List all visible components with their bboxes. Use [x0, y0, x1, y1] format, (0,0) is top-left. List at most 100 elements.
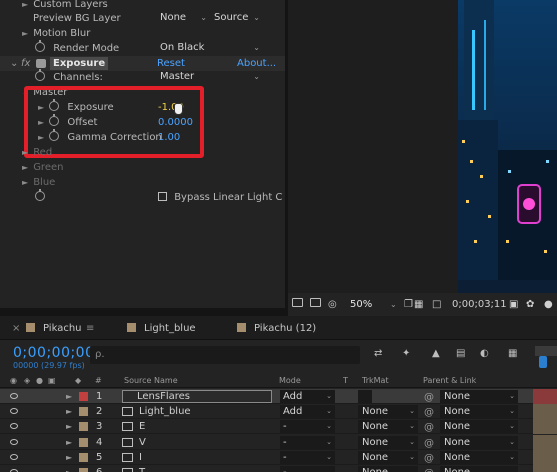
green-group[interactable]: ► Green [22, 160, 63, 175]
pick-whip-icon[interactable]: @ [424, 420, 434, 435]
expand-arrow-icon[interactable]: ► [22, 26, 30, 41]
track-matte-dropdown[interactable]: None⌄ [358, 435, 418, 449]
layer-duration-bar[interactable] [533, 465, 557, 472]
bypass-checkbox[interactable] [158, 192, 167, 201]
expand-arrow-icon[interactable]: ► [66, 419, 72, 434]
tab-light-blue[interactable]: Light_blue [127, 322, 196, 336]
parent-dropdown[interactable]: None⌄ [440, 435, 518, 449]
parent-dropdown[interactable]: None⌄ [440, 466, 518, 472]
blend-mode-dropdown[interactable]: -⌄ [280, 420, 335, 434]
tab-pikachu[interactable]: Pikachu [26, 322, 82, 336]
eye-visibility-icon[interactable] [10, 408, 18, 415]
layer-row[interactable]: ► 2 Light_blue Add ⌄ None ⌄ @ None ⌄ [0, 404, 557, 420]
track-matte-dropdown[interactable]: None⌄ [358, 450, 418, 464]
parent-dropdown[interactable]: None⌄ [440, 405, 518, 419]
effect-header-exposure[interactable]: ⌄ fx Exposure Reset About... [0, 56, 285, 71]
about-link[interactable]: About... [237, 56, 276, 71]
time-ruler[interactable] [535, 346, 557, 356]
track-matte-dropdown[interactable] [358, 390, 372, 403]
draft-3d-icon[interactable]: ✦ [402, 348, 410, 359]
layer-row[interactable]: ► 5 I - ⌄ None ⌄ @ None ⌄ [0, 449, 557, 466]
parent-dropdown[interactable]: None⌄ [440, 450, 518, 464]
layer-search-input[interactable]: ρ. [90, 346, 360, 364]
layer-row[interactable]: ► 3 E - ⌄ None ⌄ @ None ⌄ [0, 419, 557, 435]
pick-whip-icon[interactable]: @ [424, 436, 434, 451]
label-color-swatch[interactable] [79, 392, 88, 401]
stopwatch-icon[interactable] [35, 40, 45, 52]
track-matte-dropdown[interactable]: None⌄ [358, 420, 418, 434]
channels-dropdown[interactable]: Master ⌄ [160, 70, 260, 84]
stopwatch-icon[interactable] [35, 189, 45, 201]
layer-duration-bar[interactable] [533, 434, 557, 450]
expand-arrow-icon[interactable]: ► [22, 160, 30, 175]
expand-arrow-icon[interactable]: ► [66, 389, 72, 404]
expand-arrow-icon[interactable]: ► [66, 465, 72, 472]
pick-whip-icon[interactable]: @ [424, 390, 434, 405]
zoom-dropdown[interactable]: 50% [350, 298, 372, 311]
tab-pikachu-12[interactable]: Pikachu (12) [237, 322, 316, 336]
layer-name[interactable]: V [139, 435, 146, 450]
fit-icon[interactable]: ❐ [404, 298, 413, 311]
track-matte-dropdown[interactable]: None⌄ [358, 405, 418, 419]
label-color-swatch[interactable] [79, 468, 88, 472]
monitor-icon[interactable] [310, 298, 321, 311]
layer-name[interactable]: Light_blue [139, 404, 191, 419]
expand-arrow-icon[interactable]: ► [66, 450, 72, 465]
show-snapshot-icon[interactable]: ✿ [526, 298, 534, 311]
blue-group[interactable]: ► Blue [22, 175, 55, 190]
fx-toggle[interactable]: fx [21, 56, 30, 71]
stopwatch-icon[interactable] [35, 69, 45, 81]
close-icon[interactable]: × [12, 322, 20, 336]
always-preview-icon[interactable] [292, 298, 303, 311]
layer-name-field[interactable]: LensFlares [122, 390, 272, 403]
render-mode-dropdown[interactable]: On Black ⌄ [160, 41, 260, 55]
layer-duration-bar[interactable] [533, 419, 557, 435]
motion-blur-icon[interactable]: ◐ [480, 348, 489, 359]
red-group[interactable]: ► Red [22, 145, 52, 160]
preview-bg-dropdown-1[interactable]: None ⌄ [160, 11, 207, 25]
pick-whip-icon[interactable]: @ [424, 466, 434, 472]
eye-visibility-icon[interactable] [10, 453, 18, 460]
eye-visibility-icon[interactable] [10, 393, 18, 399]
expand-arrow-icon[interactable]: ► [22, 145, 30, 160]
track-matte-dropdown[interactable]: None⌄ [358, 466, 418, 472]
expand-arrow-icon[interactable]: ► [22, 175, 30, 190]
layer-name[interactable]: I [139, 450, 142, 465]
layer-duration-bar[interactable] [533, 389, 557, 404]
layer-row[interactable]: ► 4 V - ⌄ None ⌄ @ None ⌄ [0, 434, 557, 451]
frame-blending-icon[interactable]: ▤ [456, 348, 465, 359]
blend-mode-dropdown[interactable]: Add ⌄ [280, 405, 335, 419]
parent-dropdown[interactable]: None⌄ [440, 390, 518, 403]
expand-arrow-icon[interactable]: ⌄ [10, 56, 18, 71]
shy-layers-icon[interactable]: ▲ [432, 348, 440, 359]
label-color-swatch[interactable] [79, 437, 88, 447]
expand-arrow-icon[interactable]: ► [66, 435, 72, 450]
layer-name[interactable]: E [139, 419, 145, 434]
eye-visibility-icon[interactable] [10, 438, 18, 445]
pick-whip-icon[interactable]: @ [424, 405, 434, 420]
blend-mode-dropdown[interactable]: -⌄ [280, 435, 335, 449]
color-channel-icon[interactable]: ● [544, 298, 553, 311]
current-time-indicator[interactable] [539, 356, 547, 368]
region-of-interest-icon[interactable]: □ [432, 298, 441, 311]
reset-link[interactable]: Reset [157, 56, 185, 71]
graph-editor-icon[interactable]: ▦ [508, 348, 517, 359]
panel-divider-horizontal[interactable] [0, 308, 285, 316]
label-color-swatch[interactable] [79, 407, 88, 417]
panel-menu-icon[interactable]: ≡ [86, 322, 94, 336]
layer-duration-bar[interactable] [533, 404, 557, 420]
current-time-display[interactable]: 0;00;03;11 [452, 298, 507, 311]
blend-mode-dropdown[interactable]: -⌄ [280, 450, 335, 464]
grid-icon[interactable]: ▦ [414, 298, 423, 311]
expand-arrow-icon[interactable]: ► [66, 404, 72, 419]
label-color-swatch[interactable] [79, 452, 88, 462]
blend-mode-dropdown[interactable]: -⌄ [280, 466, 335, 472]
layer-name[interactable]: T [139, 465, 145, 472]
camera-snapshot-icon[interactable]: ▣ [509, 298, 518, 311]
timeline-current-time[interactable]: 0;00;00;00 [13, 345, 95, 361]
pick-whip-icon[interactable]: @ [424, 451, 434, 466]
motion-blur-group[interactable]: ► Motion Blur [22, 26, 90, 41]
parent-dropdown[interactable]: None⌄ [440, 420, 518, 434]
preview-bg-dropdown-2[interactable]: Source ⌄ [214, 11, 260, 25]
comp-mini-flowchart-icon[interactable]: ⇄ [374, 348, 382, 359]
